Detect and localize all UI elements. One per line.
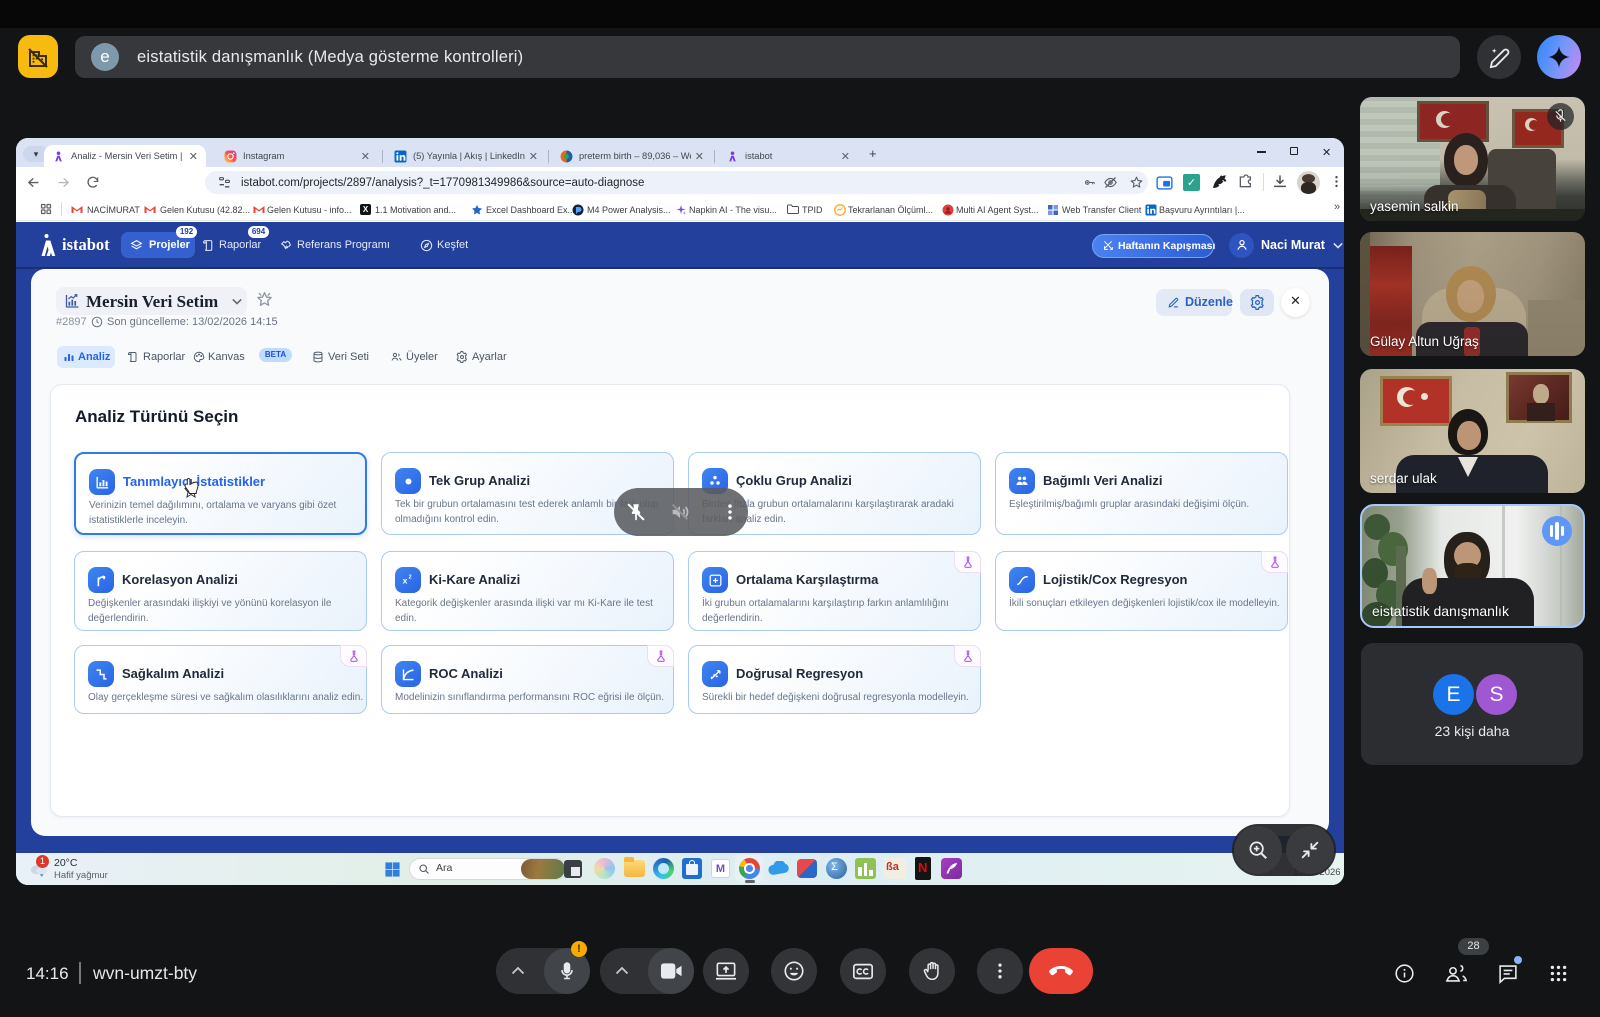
svg-text:2: 2 [409, 575, 412, 581]
svg-text:x: x [403, 575, 408, 585]
